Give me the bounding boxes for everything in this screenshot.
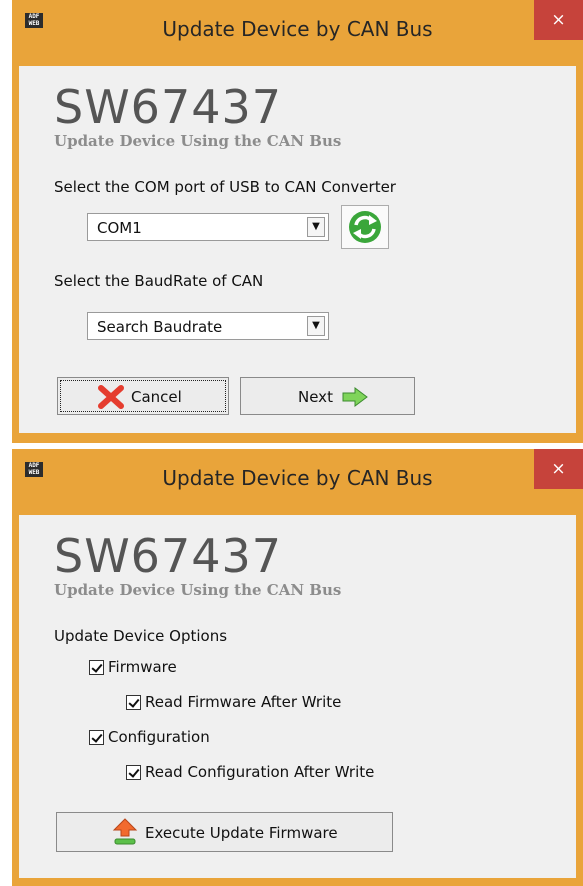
refresh-ports-button[interactable] — [341, 205, 389, 249]
execute-update-button[interactable]: Execute Update Firmware — [56, 812, 393, 852]
product-subtitle: Update Device Using the CAN Bus — [54, 132, 342, 150]
configuration-checkbox[interactable] — [89, 730, 104, 745]
chevron-down-icon[interactable]: ▼ — [307, 316, 325, 336]
com-port-select[interactable]: COM1 ▼ — [87, 213, 329, 241]
window-content: SW67437 Update Device Using the CAN Bus … — [19, 515, 576, 878]
read-configuration-checkbox[interactable] — [126, 765, 141, 780]
read-firmware-checkbox[interactable] — [126, 695, 141, 710]
title-bar[interactable]: ADF WEB Update Device by CAN Bus × — [12, 449, 583, 515]
com-port-value: COM1 — [97, 219, 142, 237]
arrow-right-icon — [342, 387, 368, 407]
baudrate-value: Search Baudrate — [97, 318, 223, 336]
firmware-label: Firmware — [108, 658, 177, 676]
baudrate-select[interactable]: Search Baudrate ▼ — [87, 312, 329, 340]
cancel-label: Cancel — [131, 388, 182, 406]
window-title: Update Device by CAN Bus — [162, 17, 433, 41]
next-label: Next — [298, 388, 333, 406]
update-window-com: ADF WEB Update Device by CAN Bus × SW6743… — [12, 0, 583, 443]
firmware-checkbox[interactable] — [89, 660, 104, 675]
refresh-icon — [349, 211, 381, 243]
product-code: SW67437 — [54, 80, 283, 134]
baudrate-label: Select the BaudRate of CAN — [54, 272, 264, 290]
com-port-label: Select the COM port of USB to CAN Conver… — [54, 178, 396, 196]
close-button[interactable]: × — [534, 0, 583, 40]
configuration-label: Configuration — [108, 728, 210, 746]
close-button[interactable]: × — [534, 449, 583, 489]
chevron-down-icon[interactable]: ▼ — [307, 217, 325, 237]
next-button[interactable]: Next — [240, 377, 415, 415]
read-firmware-label: Read Firmware After Write — [145, 693, 342, 711]
read-configuration-label: Read Configuration After Write — [145, 763, 375, 781]
title-bar[interactable]: ADF WEB Update Device by CAN Bus × — [12, 0, 583, 66]
upload-firmware-icon — [112, 818, 138, 845]
window-title: Update Device by CAN Bus — [162, 466, 433, 490]
window-content: SW67437 Update Device Using the CAN Bus … — [19, 66, 576, 433]
cancel-x-icon — [98, 385, 124, 409]
execute-update-label: Execute Update Firmware — [145, 824, 338, 842]
product-code: SW67437 — [54, 529, 283, 583]
product-subtitle: Update Device Using the CAN Bus — [54, 581, 342, 599]
cancel-button[interactable]: Cancel — [57, 377, 229, 415]
update-window-options: ADF WEB Update Device by CAN Bus × SW6743… — [12, 449, 583, 886]
options-label: Update Device Options — [54, 627, 228, 645]
